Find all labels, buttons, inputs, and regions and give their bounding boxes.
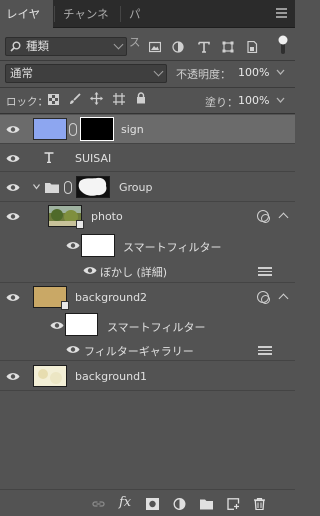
tab-separator <box>120 6 121 22</box>
lock-artboard-icon[interactable] <box>113 93 125 105</box>
layer-row-filter-blur[interactable]: ぼかし (詳細) <box>0 260 295 283</box>
lock-move-icon[interactable] <box>90 92 103 105</box>
layer-row-background1[interactable]: background1 <box>0 361 295 391</box>
panel-menu-icon[interactable] <box>276 8 287 18</box>
link-layers-icon[interactable] <box>92 498 105 510</box>
divider <box>0 113 295 114</box>
layer-row-smart-filter[interactable]: スマートフィルター <box>0 312 295 338</box>
layers-list: sign SUISAI Group photo スマートフィルター ぼかし (詳… <box>0 115 295 489</box>
chevron-up-icon[interactable] <box>278 293 289 304</box>
smartobject-filter-icon[interactable] <box>246 41 258 53</box>
chevron-down-icon[interactable] <box>276 69 285 76</box>
layer-name[interactable]: スマートフィルター <box>123 239 221 255</box>
layer-name[interactable]: background2 <box>75 291 147 304</box>
tab-layers[interactable]: レイヤー <box>0 0 53 49</box>
visibility-eye-icon[interactable] <box>6 212 20 221</box>
layer-row-suisai[interactable]: SUISAI <box>0 144 295 172</box>
visibility-eye-icon[interactable] <box>83 266 97 275</box>
delete-icon[interactable] <box>253 498 266 510</box>
filter-blending-options-icon[interactable] <box>258 346 272 356</box>
layer-name[interactable]: background1 <box>75 370 147 383</box>
lock-paint-icon[interactable] <box>69 93 81 105</box>
visibility-eye-icon[interactable] <box>66 241 80 250</box>
fill-label: 塗り： <box>205 96 238 109</box>
chevron-down-icon <box>153 66 164 77</box>
smart-object-badge-icon <box>76 220 84 229</box>
visibility-eye-icon[interactable] <box>6 154 20 163</box>
layer-row-filter-gallery[interactable]: フィルターギャラリー <box>0 338 295 361</box>
visibility-eye-icon[interactable] <box>50 321 64 330</box>
layer-row-smart-filter[interactable]: スマートフィルター <box>0 231 295 260</box>
layer-row-photo[interactable]: photo <box>0 202 295 231</box>
layer-name[interactable]: sign <box>121 123 144 136</box>
fill-field[interactable]: 100% <box>238 94 269 107</box>
visibility-eye-icon[interactable] <box>6 183 20 192</box>
chevron-down-icon[interactable] <box>33 183 40 191</box>
text-layer-icon <box>44 152 54 163</box>
adjustment-filter-icon[interactable] <box>172 41 184 53</box>
filter-kind-label: 種類 <box>26 39 49 53</box>
new-group-icon[interactable] <box>200 498 213 510</box>
shape-filter-icon[interactable] <box>222 41 234 53</box>
chevron-up-icon[interactable] <box>278 212 289 223</box>
filter-mask-thumbnail[interactable] <box>65 313 98 336</box>
layer-row-sign[interactable]: sign <box>0 115 295 144</box>
smart-object-badge-icon <box>61 301 69 310</box>
opacity-field[interactable]: 100% <box>238 66 269 79</box>
layer-thumbnail[interactable] <box>33 365 67 387</box>
visibility-eye-icon[interactable] <box>6 372 20 381</box>
chevron-down-icon[interactable] <box>276 97 285 104</box>
text-filter-icon[interactable] <box>198 41 210 53</box>
adjustment-layer-icon[interactable] <box>173 498 186 510</box>
lock-label: ロック： <box>6 96 48 108</box>
smart-filter-indicator-icon <box>257 210 270 223</box>
smart-filter-indicator-icon <box>257 291 270 304</box>
group-mask-thumbnail[interactable] <box>76 176 110 198</box>
tab-paths[interactable]: パス <box>123 0 157 49</box>
link-mask-icon[interactable] <box>64 181 72 194</box>
layer-name[interactable]: Group <box>119 181 153 194</box>
lock-all-icon[interactable] <box>136 92 146 104</box>
tab-separator <box>54 6 55 22</box>
filter-kind-dropdown[interactable]: 種類 <box>5 37 127 56</box>
layer-name[interactable]: SUISAI <box>75 152 111 165</box>
layer-mask-thumbnail[interactable] <box>80 117 114 141</box>
layer-name[interactable]: photo <box>91 210 123 223</box>
layers-panel-footer: fx <box>0 489 295 516</box>
link-mask-icon[interactable] <box>69 123 77 136</box>
layer-name[interactable]: フィルターギャラリー <box>84 343 194 359</box>
filter-mask-thumbnail[interactable] <box>81 234 115 257</box>
new-layer-icon[interactable] <box>227 498 240 510</box>
folder-icon <box>45 183 59 193</box>
visibility-eye-icon[interactable] <box>6 125 20 134</box>
chevron-down-icon <box>113 39 124 50</box>
panel-tab-bar: レイヤー チャンネル パス <box>0 0 295 49</box>
search-icon <box>10 41 21 52</box>
divider <box>0 87 295 88</box>
fx-icon[interactable]: fx <box>119 495 131 510</box>
filter-blending-options-icon[interactable] <box>258 267 272 277</box>
opacity-label: 不透明度： <box>176 68 231 81</box>
tab-channels[interactable]: チャンネル <box>57 0 119 49</box>
add-mask-icon[interactable] <box>146 498 159 510</box>
divider <box>0 60 295 61</box>
layer-name[interactable]: スマートフィルター <box>107 319 205 335</box>
lock-transparent-icon[interactable] <box>48 94 59 105</box>
layer-name[interactable]: ぼかし (詳細) <box>100 264 167 280</box>
blend-mode-dropdown[interactable]: 通常 <box>5 64 167 83</box>
filter-toggle-icon[interactable] <box>278 35 288 55</box>
visibility-eye-icon[interactable] <box>6 293 20 302</box>
layer-thumbnail[interactable] <box>33 118 67 140</box>
image-filter-icon[interactable] <box>149 41 161 53</box>
blend-mode-value: 通常 <box>10 66 33 80</box>
layer-row-background2[interactable]: background2 <box>0 283 295 312</box>
visibility-eye-icon[interactable] <box>66 345 80 354</box>
layer-row-group[interactable]: Group <box>0 172 295 202</box>
